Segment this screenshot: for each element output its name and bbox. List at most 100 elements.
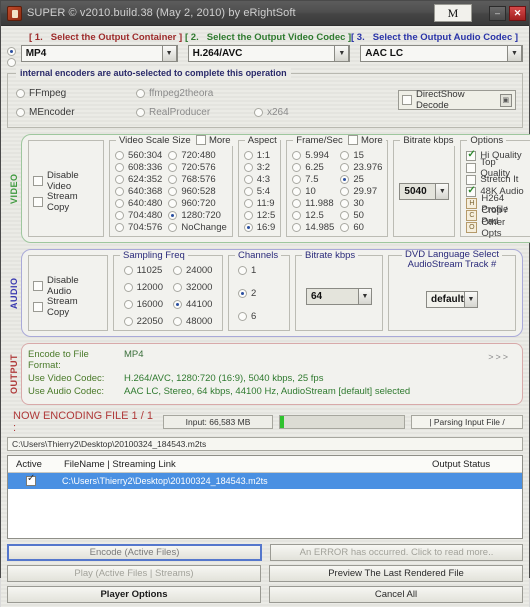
radio-icon[interactable] xyxy=(340,211,350,220)
channels-option-selected[interactable]: 2 xyxy=(238,288,284,299)
radio-icon[interactable] xyxy=(238,289,247,298)
radio-icon[interactable] xyxy=(243,187,253,196)
aspect-option[interactable]: 1:1 xyxy=(243,150,276,161)
output-video-codec-select[interactable]: H.264/AVC ▼ xyxy=(187,45,351,62)
chevron-down-icon[interactable]: ▼ xyxy=(464,291,478,308)
encoder-option-ffmpeg[interactable]: FFmpeg xyxy=(16,88,136,99)
cancel-all-button[interactable]: Cancel All xyxy=(269,586,523,603)
chevron-down-icon[interactable]: ▼ xyxy=(358,287,372,305)
player-options-button[interactable]: Player Options xyxy=(7,586,261,603)
radio-icon[interactable] xyxy=(16,88,25,98)
scale-option[interactable]: 624:352 xyxy=(115,174,162,185)
chevron-down-icon[interactable]: ▼ xyxy=(507,45,522,62)
radio-icon[interactable] xyxy=(168,223,178,232)
fps-option[interactable]: 6.25 xyxy=(292,162,334,173)
fps-option[interactable]: 50 xyxy=(340,210,382,221)
disable-video-option[interactable]: Disable Video xyxy=(33,170,98,192)
radio-icon[interactable] xyxy=(292,163,302,172)
radio-icon[interactable] xyxy=(340,151,350,160)
chevron-down-icon[interactable]: ▼ xyxy=(435,183,450,200)
radio-icon[interactable] xyxy=(136,107,145,117)
radio-icon[interactable] xyxy=(243,163,253,172)
radio-icon[interactable] xyxy=(340,199,350,208)
chevron-down-icon[interactable]: ▼ xyxy=(334,45,350,62)
option-stretch-it[interactable]: Stretch It xyxy=(466,174,526,185)
scale-option[interactable]: 704:576 xyxy=(115,222,162,233)
radio-icon[interactable] xyxy=(115,223,124,232)
scale-option[interactable]: 560:304 xyxy=(115,150,162,161)
aspect-option[interactable]: 5:4 xyxy=(243,186,276,197)
encoder-option-x264[interactable]: x264 xyxy=(254,107,289,118)
video-stream-copy-checkbox[interactable] xyxy=(33,197,43,207)
fps-option[interactable]: 10 xyxy=(292,186,334,197)
video-scale-more-checkbox[interactable] xyxy=(196,135,207,145)
menu-m-button[interactable]: M xyxy=(434,4,472,22)
radio-icon[interactable] xyxy=(243,211,253,220)
minimize-button[interactable]: – xyxy=(489,5,506,21)
scale-option[interactable]: 720:480 xyxy=(168,150,226,161)
channels-option[interactable]: 1 xyxy=(238,265,284,276)
chevron-down-icon[interactable]: ▼ xyxy=(161,45,177,62)
encoder-option-mencoder[interactable]: MEncoder xyxy=(16,107,136,118)
radio-icon[interactable] xyxy=(292,199,302,208)
sampling-option[interactable]: 32000 xyxy=(173,282,212,293)
radio-icon[interactable] xyxy=(238,312,247,321)
audio-stream-copy-option[interactable]: Stream Copy xyxy=(33,296,102,318)
other-opts-icon[interactable]: O xyxy=(466,222,478,233)
sampling-option[interactable]: 12000 xyxy=(123,282,163,293)
option-top-quality[interactable]: Top Quality xyxy=(466,157,526,179)
row-active-cell[interactable] xyxy=(8,473,54,486)
disable-video-checkbox[interactable] xyxy=(33,176,43,186)
fps-option[interactable]: 7.5 xyxy=(292,174,334,185)
mode-radio-file[interactable] xyxy=(7,47,16,56)
radio-icon[interactable] xyxy=(115,151,124,160)
mode-radio-stream[interactable] xyxy=(7,58,16,67)
encoder-option-realproducer[interactable]: RealProducer xyxy=(136,107,254,118)
fps-option[interactable]: 60 xyxy=(340,222,382,233)
disable-audio-option[interactable]: Disable Audio xyxy=(33,275,102,297)
encoder-option-ffmpeg2theora[interactable]: ffmpeg2theora xyxy=(136,88,254,99)
video-bitrate-select[interactable]: 5040 ▼ xyxy=(399,183,450,200)
scale-option[interactable]: 720:576 xyxy=(168,162,226,173)
audio-bitrate-select[interactable]: 64 ▼ xyxy=(306,287,372,305)
radio-icon[interactable] xyxy=(243,151,253,160)
sampling-option[interactable]: 48000 xyxy=(173,316,212,327)
checkbox-icon[interactable] xyxy=(466,174,477,185)
radio-icon[interactable] xyxy=(173,283,182,292)
radio-icon[interactable] xyxy=(16,107,25,117)
radio-icon[interactable] xyxy=(115,163,124,172)
radio-icon[interactable] xyxy=(173,317,182,326)
radio-icon[interactable] xyxy=(136,88,145,98)
preview-button[interactable]: Preview The Last Rendered File xyxy=(269,565,523,582)
radio-icon[interactable] xyxy=(340,175,350,184)
sampling-option[interactable]: 11025 xyxy=(123,265,163,276)
scale-option-selected[interactable]: 1280:720 xyxy=(168,210,226,221)
close-button[interactable]: ✕ xyxy=(509,5,526,21)
crop-pad-icon[interactable]: C xyxy=(466,210,478,221)
fps-option[interactable]: 14.985 xyxy=(292,222,334,233)
file-list-table[interactable]: Active FileName | Streaming Link Output … xyxy=(7,455,523,539)
sampling-option[interactable]: 24000 xyxy=(173,265,212,276)
radio-icon[interactable] xyxy=(123,317,133,326)
error-button[interactable]: An ERROR has occurred. Click to read mor… xyxy=(270,544,523,561)
audio-stream-copy-checkbox[interactable] xyxy=(33,301,43,312)
scale-option[interactable]: 960:528 xyxy=(168,186,226,197)
radio-icon[interactable] xyxy=(243,223,253,232)
radio-icon[interactable] xyxy=(254,107,263,117)
radio-icon[interactable] xyxy=(292,223,302,232)
h264-profile-icon[interactable]: H xyxy=(466,198,478,209)
option-other-opts[interactable]: O Other Opts xyxy=(466,217,526,239)
scale-option[interactable]: 704:480 xyxy=(115,210,162,221)
radio-icon[interactable] xyxy=(168,163,178,172)
sampling-option[interactable]: 22050 xyxy=(123,316,163,327)
radio-icon[interactable] xyxy=(243,199,253,208)
radio-icon[interactable] xyxy=(173,300,182,309)
radio-icon[interactable] xyxy=(168,175,178,184)
channels-option[interactable]: 6 xyxy=(238,311,284,322)
fps-option[interactable]: 29.97 xyxy=(340,186,382,197)
radio-icon[interactable] xyxy=(168,211,178,220)
sampling-option-selected[interactable]: 44100 xyxy=(173,299,212,310)
radio-icon[interactable] xyxy=(292,151,302,160)
radio-icon[interactable] xyxy=(173,266,182,275)
scale-option[interactable]: 768:576 xyxy=(168,174,226,185)
